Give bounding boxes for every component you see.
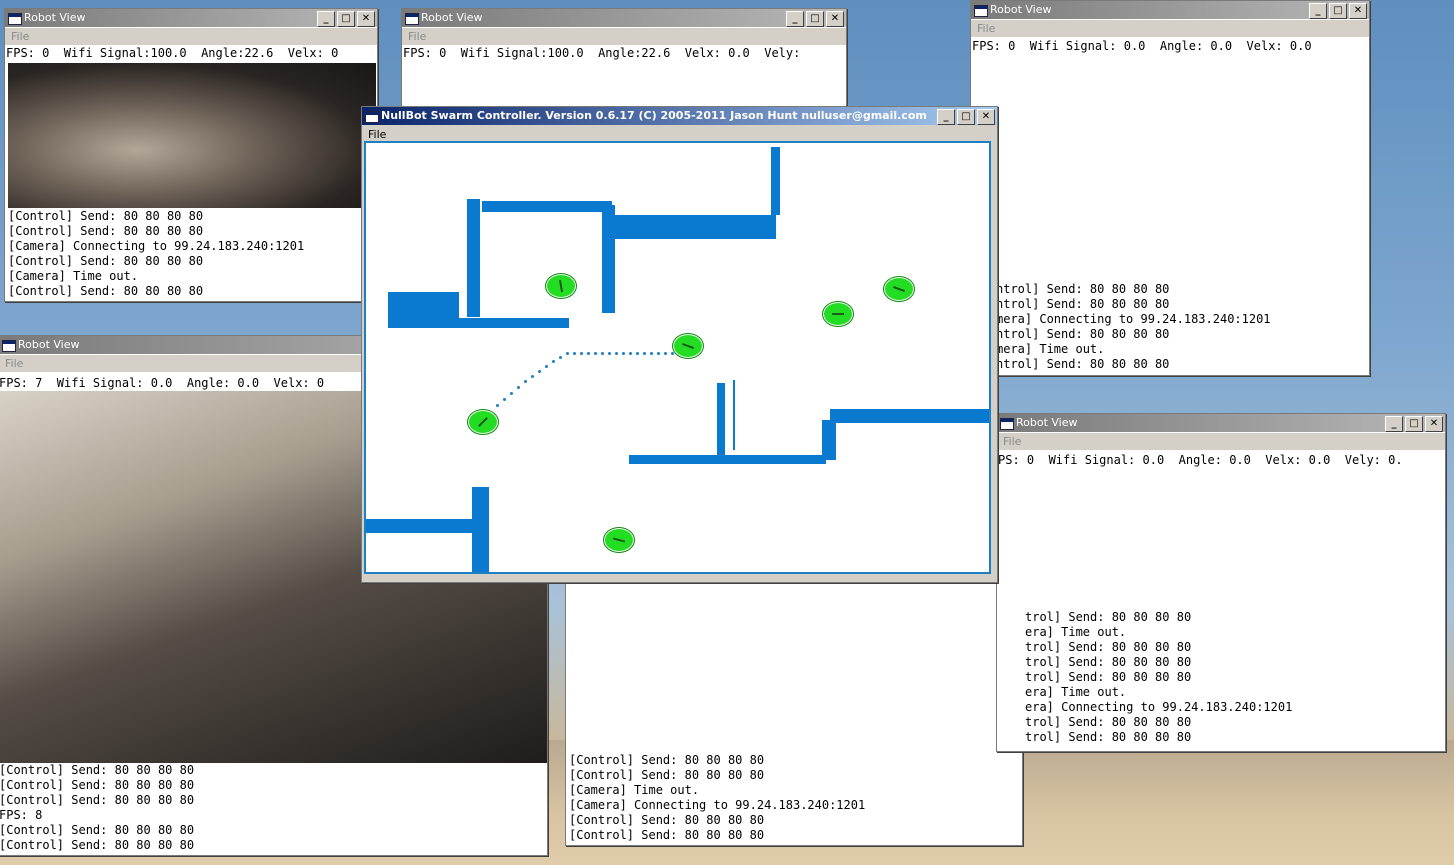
path-dot xyxy=(566,352,569,355)
wall xyxy=(482,201,612,212)
wall xyxy=(717,383,725,458)
status-line: FPS: 0 Wifi Signal:100.0 Angle:22.6 Velx… xyxy=(403,46,801,60)
path-dot xyxy=(622,352,625,355)
window-icon xyxy=(365,111,379,123)
path-dot xyxy=(496,404,499,407)
path-dot xyxy=(657,352,660,355)
title-bar[interactable]: Robot View _ □ ✕ xyxy=(997,414,1445,432)
title-bar[interactable]: NullBot Swarm Controller. Version 0.6.17… xyxy=(362,107,997,125)
path-dot xyxy=(510,392,513,395)
maximize-icon[interactable]: □ xyxy=(1405,416,1423,432)
close-icon[interactable]: ✕ xyxy=(977,109,995,125)
minimize-icon[interactable]: _ xyxy=(786,11,804,27)
robot-view-window-6[interactable]: Robot View _ □ ✕ File PS: 0 Wifi Signal:… xyxy=(996,413,1446,752)
close-icon[interactable]: ✕ xyxy=(1425,416,1443,432)
window-title: Robot View xyxy=(1016,416,1078,429)
wall xyxy=(771,147,780,215)
title-bar[interactable]: Robot View _ □ ✕ xyxy=(971,1,1369,19)
wall xyxy=(456,318,569,328)
maximize-icon[interactable]: □ xyxy=(337,11,355,27)
path-dot xyxy=(636,352,639,355)
menu-file[interactable]: File xyxy=(997,433,1445,450)
path-dot xyxy=(531,375,534,378)
path-dot xyxy=(615,352,618,355)
robot-view-window-3[interactable]: Robot View _ □ ✕ File FPS: 0 Wifi Signal… xyxy=(970,0,1370,376)
close-icon[interactable]: ✕ xyxy=(357,11,375,27)
window-icon xyxy=(405,13,419,25)
window-title: NullBot Swarm Controller. Version 0.6.17… xyxy=(381,109,927,122)
log-output: [Control] Send: 80 80 80 80 [Control] Se… xyxy=(8,209,305,298)
close-icon[interactable]: ✕ xyxy=(1349,3,1367,19)
log-output: trol] Send: 80 80 80 80 era] Time out. t… xyxy=(1025,610,1293,744)
path-dot xyxy=(587,352,590,355)
robot-2[interactable] xyxy=(883,276,915,302)
path-dot xyxy=(545,365,548,368)
path-dot xyxy=(538,370,541,373)
wall xyxy=(467,199,480,317)
robot-1[interactable] xyxy=(545,273,577,299)
wall xyxy=(388,292,459,328)
path-dot xyxy=(573,352,576,355)
window-title: Robot View xyxy=(18,338,80,351)
maximize-icon[interactable]: □ xyxy=(1329,3,1347,19)
path-dot xyxy=(580,352,583,355)
menu-file[interactable]: File xyxy=(402,28,846,45)
robot-view-window-2[interactable]: Robot View _ □ ✕ File FPS: 0 Wifi Signal… xyxy=(401,8,847,110)
path-dot xyxy=(552,360,555,363)
wall xyxy=(613,215,776,239)
wall xyxy=(366,519,472,533)
wall xyxy=(822,420,836,460)
log-output: ntrol] Send: 80 80 80 80 ntrol] Send: 80… xyxy=(996,282,1271,371)
status-line: FPS: 0 Wifi Signal: 0.0 Angle: 0.0 Velx:… xyxy=(972,39,1327,53)
path-dot xyxy=(594,352,597,355)
wall xyxy=(733,380,735,450)
path-dot xyxy=(601,352,604,355)
close-icon[interactable]: ✕ xyxy=(826,11,844,27)
swarm-controller-window[interactable]: NullBot Swarm Controller. Version 0.6.17… xyxy=(361,106,998,583)
window-icon xyxy=(2,340,16,352)
minimize-icon[interactable]: _ xyxy=(1385,416,1403,432)
camera-feed xyxy=(8,63,376,208)
robot-3[interactable] xyxy=(822,301,854,327)
title-bar[interactable]: Robot View _ □ ✕ xyxy=(402,9,846,27)
arena-map[interactable] xyxy=(364,141,991,574)
path-dot xyxy=(650,352,653,355)
status-line: PS: 0 Wifi Signal: 0.0 Angle: 0.0 Velx: … xyxy=(998,453,1403,467)
robot-view-window-1[interactable]: Robot View _ □ ✕ File FPS: 0 Wifi Signal… xyxy=(4,8,378,302)
window-title: Robot View xyxy=(990,3,1052,16)
path-dot xyxy=(664,352,667,355)
menu-file[interactable]: File xyxy=(5,28,377,45)
robot-6[interactable] xyxy=(603,527,635,553)
wall xyxy=(830,409,989,423)
maximize-icon[interactable]: □ xyxy=(806,11,824,27)
path-dot xyxy=(643,352,646,355)
log-output: [Control] Send: 80 80 80 80 [Control] Se… xyxy=(0,763,195,852)
path-dot xyxy=(524,380,527,383)
minimize-icon[interactable]: _ xyxy=(1309,3,1327,19)
window-title: Robot View xyxy=(24,11,86,24)
path-dot xyxy=(629,352,632,355)
maximize-icon[interactable]: □ xyxy=(957,109,975,125)
window-icon xyxy=(1000,418,1014,430)
path-dot xyxy=(559,356,562,359)
log-output: [Control] Send: 80 80 80 80 [Control] Se… xyxy=(569,753,866,842)
robot-5[interactable] xyxy=(467,409,499,435)
window-icon xyxy=(974,5,988,17)
robot-4[interactable] xyxy=(672,333,704,359)
minimize-icon[interactable]: _ xyxy=(937,109,955,125)
path-dot xyxy=(503,398,506,401)
title-bar[interactable]: Robot View _ □ ✕ xyxy=(5,9,377,27)
path-dot xyxy=(608,352,611,355)
wall xyxy=(472,487,489,572)
window-title: Robot View xyxy=(421,11,483,24)
path-dot xyxy=(517,386,520,389)
menu-file[interactable]: File xyxy=(971,20,1369,37)
wall xyxy=(629,455,826,464)
window-icon xyxy=(8,13,22,25)
status-line: FPS: 0 Wifi Signal:100.0 Angle:22.6 Velx… xyxy=(6,46,339,60)
minimize-icon[interactable]: _ xyxy=(317,11,335,27)
